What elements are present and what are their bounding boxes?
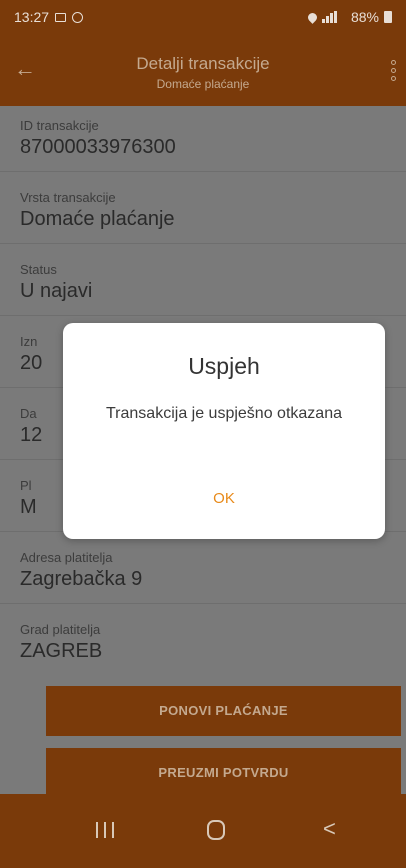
gallery-icon (55, 12, 67, 22)
field-value: M (20, 496, 37, 518)
field-value: 12 (20, 424, 43, 446)
ok-button[interactable]: OK (185, 481, 263, 517)
clock: 13:27 (14, 9, 50, 25)
recent-apps-icon[interactable] (96, 822, 114, 838)
field-transaction-type: Vrsta transakcije Domaće plaćanje (0, 178, 406, 244)
location-icon (306, 10, 319, 24)
field-value: ZAGREB (20, 640, 103, 662)
field-value: 20 (20, 352, 43, 374)
field-transaction-id: ID transakcije 87000033976300 (0, 106, 406, 172)
status-bar: 13:27 88% (0, 0, 406, 34)
dialog-message: Transakcija je uspješno otkazana (106, 405, 342, 422)
battery-level: 88% (350, 9, 379, 25)
app-bar: ← Detalji transakcije Domaće plaćanje (0, 34, 406, 106)
nav-back-icon[interactable]: < (323, 818, 336, 840)
home-icon[interactable] (207, 820, 225, 840)
field-label: Da (20, 406, 37, 421)
system-nav-bar: < (0, 794, 406, 868)
field-payer-city: Grad platitelja ZAGREB (0, 610, 406, 676)
success-dialog: Uspjeh Transakcija je uspješno otkazana … (63, 323, 385, 539)
page-subtitle: Domaće plaćanje (156, 77, 250, 91)
field-status: Status U najavi (0, 250, 406, 316)
field-value: 87000033976300 (20, 136, 176, 158)
field-label: Vrsta transakcije (20, 190, 116, 205)
sync-icon (72, 11, 84, 23)
field-label: Izn (20, 334, 38, 349)
battery-icon (384, 11, 392, 23)
field-value: U najavi (20, 280, 93, 302)
field-payer-address: Adresa platitelja Zagrebačka 9 (0, 538, 406, 604)
download-confirmation-button[interactable]: PREUZMI POTVRDU (46, 748, 401, 798)
repeat-payment-button[interactable]: PONOVI PLAĆANJE (46, 686, 401, 736)
field-value: Domaće plaćanje (20, 208, 175, 230)
field-value: Zagrebačka 9 (20, 568, 143, 590)
field-label: Adresa platitelja (20, 550, 113, 565)
field-label: Status (20, 262, 57, 277)
dialog-title: Uspjeh (188, 353, 260, 379)
signal-icon (321, 11, 346, 23)
field-label: Pl (20, 478, 32, 493)
more-options-icon[interactable] (391, 60, 396, 81)
page-title: Detalji transakcije (136, 54, 270, 73)
field-label: Grad platitelja (20, 622, 101, 637)
field-label: ID transakcije (20, 118, 99, 133)
